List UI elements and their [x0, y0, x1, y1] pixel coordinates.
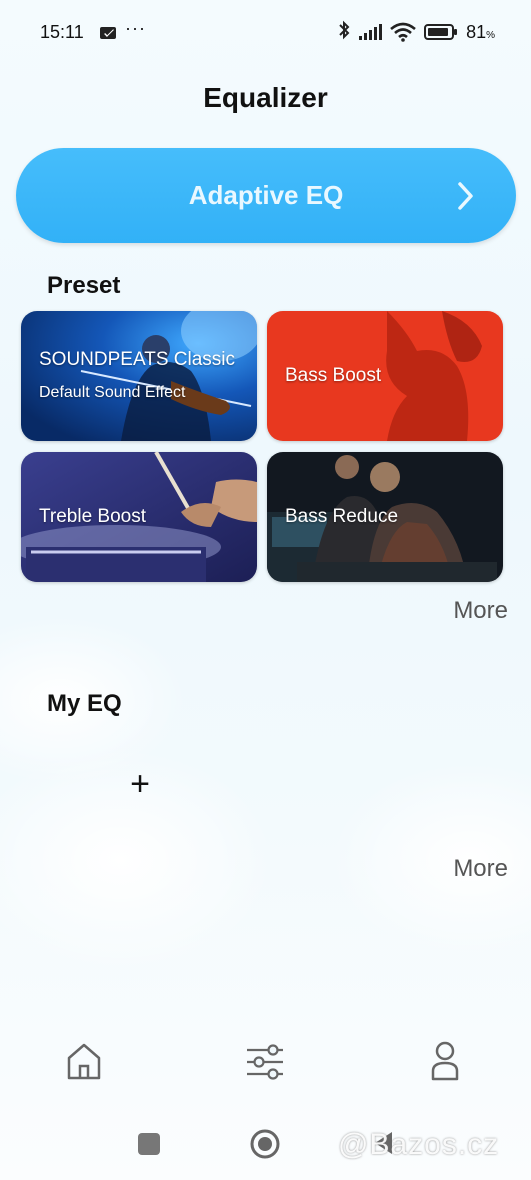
- page-title: Equalizer: [203, 82, 328, 113]
- add-eq-button[interactable]: +: [120, 762, 160, 806]
- preset-card-label: Bass Reduce: [285, 506, 399, 527]
- preset-card-bass-reduce[interactable]: Bass Reduce: [267, 452, 503, 582]
- my-eq-more-link[interactable]: More: [453, 855, 508, 883]
- battery-icon: [424, 23, 458, 41]
- preset-card-treble-boost[interactable]: Treble Boost: [21, 452, 257, 582]
- preset-card-bass-boost[interactable]: Bass Boost: [267, 311, 503, 441]
- preset-section-title: Preset: [47, 272, 121, 299]
- preset-card-sublabel: Default Sound Effect: [39, 384, 186, 401]
- mail-icon: [100, 27, 116, 39]
- my-eq-section-title: My EQ: [47, 690, 122, 717]
- preset-card-label: Bass Boost: [285, 365, 382, 386]
- equalizer-sliders-icon[interactable]: [245, 1038, 285, 1082]
- signal-icon: [359, 24, 383, 40]
- wifi-icon: [390, 22, 416, 42]
- home-circle-icon[interactable]: [249, 1128, 281, 1160]
- preset-card-label: Treble Boost: [39, 506, 147, 527]
- adaptive-eq-label: Adaptive EQ: [188, 180, 344, 210]
- watermark: @Bazos.cz: [338, 1128, 500, 1161]
- bluetooth-icon: [337, 20, 351, 45]
- profile-icon[interactable]: [425, 1038, 465, 1082]
- status-time: 15:11: [40, 22, 84, 42]
- preset-card-soundpeats-classic[interactable]: SOUNDPEATS Classic Default Sound Effect: [21, 311, 257, 441]
- battery-level: 81%: [466, 21, 495, 42]
- adaptive-eq-button[interactable]: Adaptive EQ: [16, 148, 516, 243]
- chevron-right-icon: [456, 181, 476, 216]
- violinist-image: [21, 311, 257, 441]
- preset-more-link[interactable]: More: [453, 597, 508, 625]
- status-bar: 15:11 ··· 81%: [0, 0, 531, 64]
- recent-apps-icon[interactable]: [137, 1132, 161, 1156]
- home-icon[interactable]: [64, 1038, 104, 1082]
- preset-card-label: SOUNDPEATS Classic: [39, 349, 236, 370]
- bottom-nav: [0, 1030, 531, 1090]
- more-notifications-icon: ···: [125, 18, 146, 38]
